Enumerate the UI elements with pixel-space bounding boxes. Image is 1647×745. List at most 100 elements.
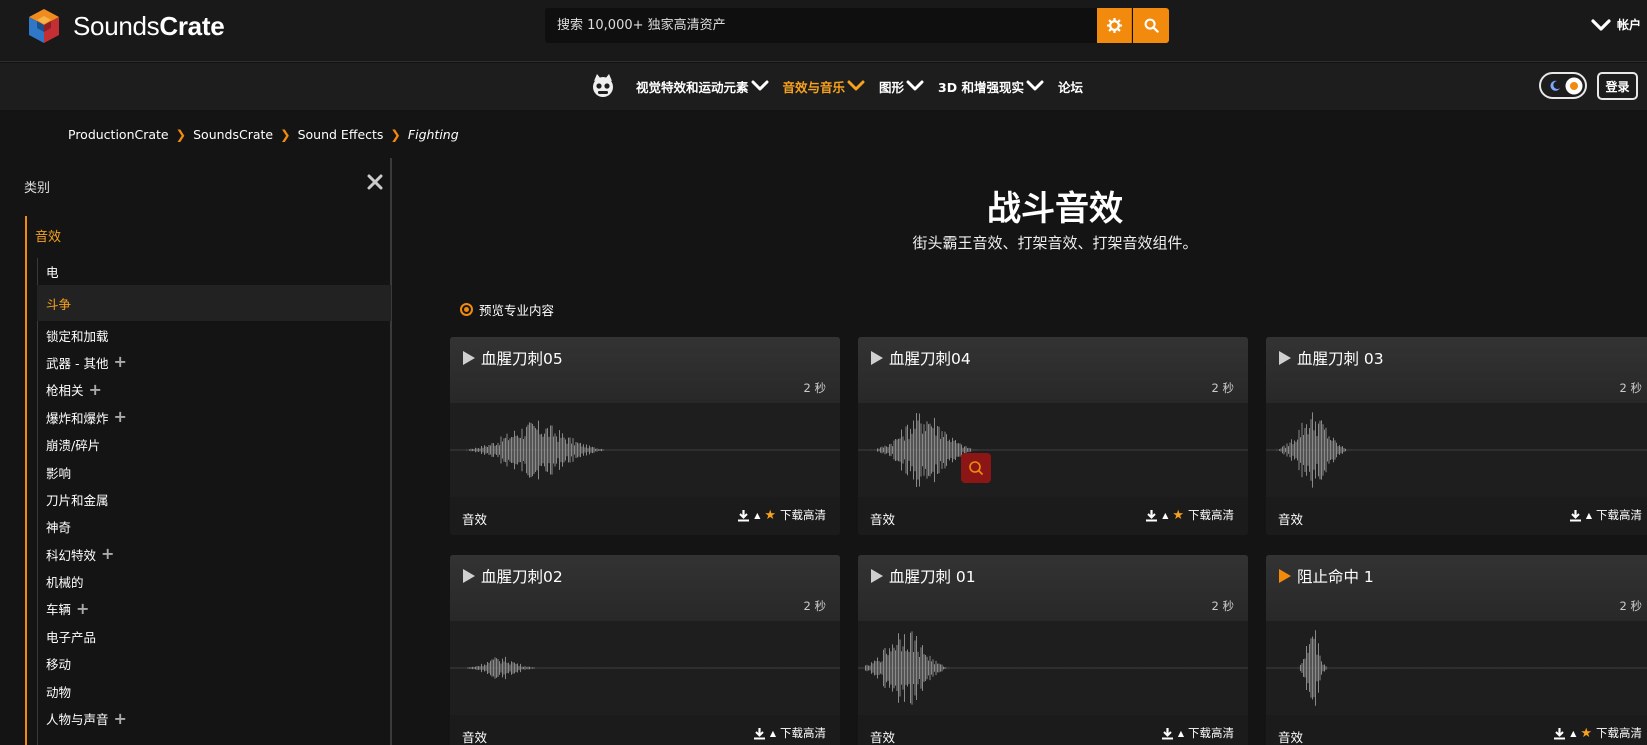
nav-3d-ar[interactable]: 3D 和增强现实 [938,77,1044,96]
card-header: 血腥刀刺 01 2 秒 [858,555,1248,621]
download-icon [738,509,750,521]
expand-plus-icon[interactable]: + [114,409,127,425]
page-title: 战斗音效 [987,189,1123,229]
card-category[interactable]: 音效 [870,509,895,528]
nav-forum[interactable]: 论坛 [1058,77,1083,96]
caret-up-icon[interactable]: ▲ [1586,511,1592,520]
sound-card[interactable]: 血腥刀刺04 2 秒 音效 ▲ ★ 下载高清 [858,337,1248,535]
card-category[interactable]: 音效 [870,727,895,745]
play-icon[interactable] [1278,350,1292,366]
search-bar [545,8,1169,43]
breadcrumb: ProductionCrate ❯ SoundsCrate ❯ Sound Effe… [68,127,459,142]
expand-plus-icon[interactable]: + [101,546,114,562]
sound-card[interactable]: 血腥刀刺02 2 秒 音效 ▲ 下载高清 [450,555,840,745]
sidebar-item-magic[interactable]: 神奇 [37,513,391,540]
waveform[interactable] [450,621,840,715]
waveform[interactable] [450,403,840,497]
preview-pro-toggle[interactable]: 预览专业内容 [460,300,554,319]
sidebar-item-movement[interactable]: 移动 [37,650,391,677]
radio-icon[interactable] [460,303,473,316]
close-icon[interactable] [366,173,384,191]
nav-sound-music[interactable]: 音效与音乐 [783,77,866,96]
breadcrumb-productioncrate[interactable]: ProductionCrate [68,127,169,142]
sidebar-item-electric[interactable]: 电 [37,258,391,285]
waveform-graphic [858,631,1248,705]
card-category[interactable]: 音效 [1278,509,1303,528]
sound-card[interactable]: 阻止命中 1 2 秒 音效 ▲ ★ 下载高清 [1266,555,1647,745]
sidebar-item-weapons-other[interactable]: 武器 - 其他 + [37,349,391,376]
card-title[interactable]: 血腥刀刺05 [481,347,563,369]
account-menu[interactable]: 帐户 [1591,16,1641,33]
card-title[interactable]: 血腥刀刺 01 [889,565,976,587]
sidebar-item-electronics[interactable]: 电子产品 [37,623,391,650]
sidebar-item-mechanical[interactable]: 机械的 [37,568,391,595]
chevron-down-icon [906,80,924,91]
expand-plus-icon[interactable]: + [113,354,126,370]
play-icon[interactable] [1278,568,1292,584]
download-hd-label: 下载高清 [1188,508,1234,522]
card-title[interactable]: 血腥刀刺04 [889,347,971,369]
card-title[interactable]: 阻止命中 1 [1297,565,1374,587]
caret-up-icon[interactable]: ▲ [1570,729,1576,738]
download-icon [1161,727,1173,739]
sidebar-item-people-voices[interactable]: 人物与声音 + [37,705,391,732]
play-icon[interactable] [870,350,884,366]
sidebar-item-fighting[interactable]: 斗争 [37,285,391,322]
card-title[interactable]: 血腥刀刺 03 [1297,347,1384,369]
category-sound-effects[interactable]: 音效 [35,226,61,245]
caret-up-icon[interactable]: ▲ [754,511,760,520]
expand-plus-icon[interactable]: + [89,381,102,398]
sound-card[interactable]: 血腥刀刺 01 2 秒 音效 ▲ 下载高清 [858,555,1248,745]
waveform[interactable] [858,621,1248,715]
sidebar-item-impacts[interactable]: 影响 [37,458,391,485]
sidebar-item-scifi[interactable]: 科幻特效 + [37,541,391,568]
caret-up-icon[interactable]: ▲ [1178,729,1184,738]
sound-card[interactable]: 血腥刀刺05 2 秒 音效 ▲ ★ 下载高清 [450,337,840,535]
download-hd-button[interactable]: ▲ 下载高清 [1161,725,1234,741]
mascot-icon[interactable] [590,73,616,99]
sidebar-item-crash-debris[interactable]: 崩溃/碎片 [37,431,391,458]
login-button[interactable]: 登录 [1597,72,1638,100]
card-category[interactable]: 音效 [462,727,487,745]
expand-plus-icon[interactable]: + [76,600,89,617]
caret-up-icon[interactable]: ▲ [770,729,776,738]
gear-icon [1106,18,1122,33]
nav-graphics[interactable]: 图形 [879,77,924,96]
download-hd-button[interactable]: ▲ ★ 下载高清 [1145,507,1234,523]
sidebar-item-animals[interactable]: 动物 [37,677,391,704]
download-hd-button[interactable]: ▲ ★ 下载高清 [1553,725,1642,741]
play-icon[interactable] [462,568,476,584]
breadcrumb-fighting: ❯ Fighting [390,127,459,142]
chevron-right-icon: ❯ [175,127,187,142]
nav-vfx[interactable]: 视觉特效和运动元素 [636,77,769,96]
play-icon[interactable] [462,350,476,366]
card-title[interactable]: 血腥刀刺02 [481,565,563,587]
search-submit-button[interactable] [1133,8,1169,43]
card-category[interactable]: 音效 [1278,727,1303,745]
sound-card[interactable]: 血腥刀刺 03 2 秒 音效 ▲ 下载高清 [1266,337,1647,535]
waveform[interactable] [1266,621,1647,715]
waveform[interactable] [1266,403,1647,497]
preview-zoom-button[interactable] [961,453,991,483]
search-icon [1144,18,1159,33]
sidebar-item-blades-metal[interactable]: 刀片和金属 [37,486,391,513]
sidebar-item-vehicles[interactable]: 车辆 + [37,595,391,622]
sidebar-item-lock-and-load[interactable]: 锁定和加载 [37,321,391,348]
soundscrate-logo[interactable]: SoundsCrate [24,6,225,46]
download-hd-button[interactable]: ▲ 下载高清 [753,725,826,741]
search-settings-button[interactable] [1097,8,1132,43]
breadcrumb-sound-effects[interactable]: ❯ Sound Effects [273,127,383,142]
theme-toggle[interactable] [1539,72,1587,99]
play-icon[interactable] [870,568,884,584]
card-category[interactable]: 音效 [462,509,487,528]
download-hd-button[interactable]: ▲ ★ 下载高清 [737,507,826,523]
download-hd-button[interactable]: ▲ 下载高清 [1569,507,1642,523]
sidebar-item-guns[interactable]: 枪相关 + [37,376,391,403]
sidebar-item-explosions[interactable]: 爆炸和爆炸 + [37,404,391,431]
breadcrumb-soundscrate[interactable]: ❯ SoundsCrate [169,127,273,142]
waveform[interactable] [858,403,1248,497]
caret-up-icon[interactable]: ▲ [1162,511,1168,520]
waveform-graphic [1266,412,1647,488]
search-input[interactable] [545,8,1097,43]
expand-plus-icon[interactable]: + [114,710,127,727]
